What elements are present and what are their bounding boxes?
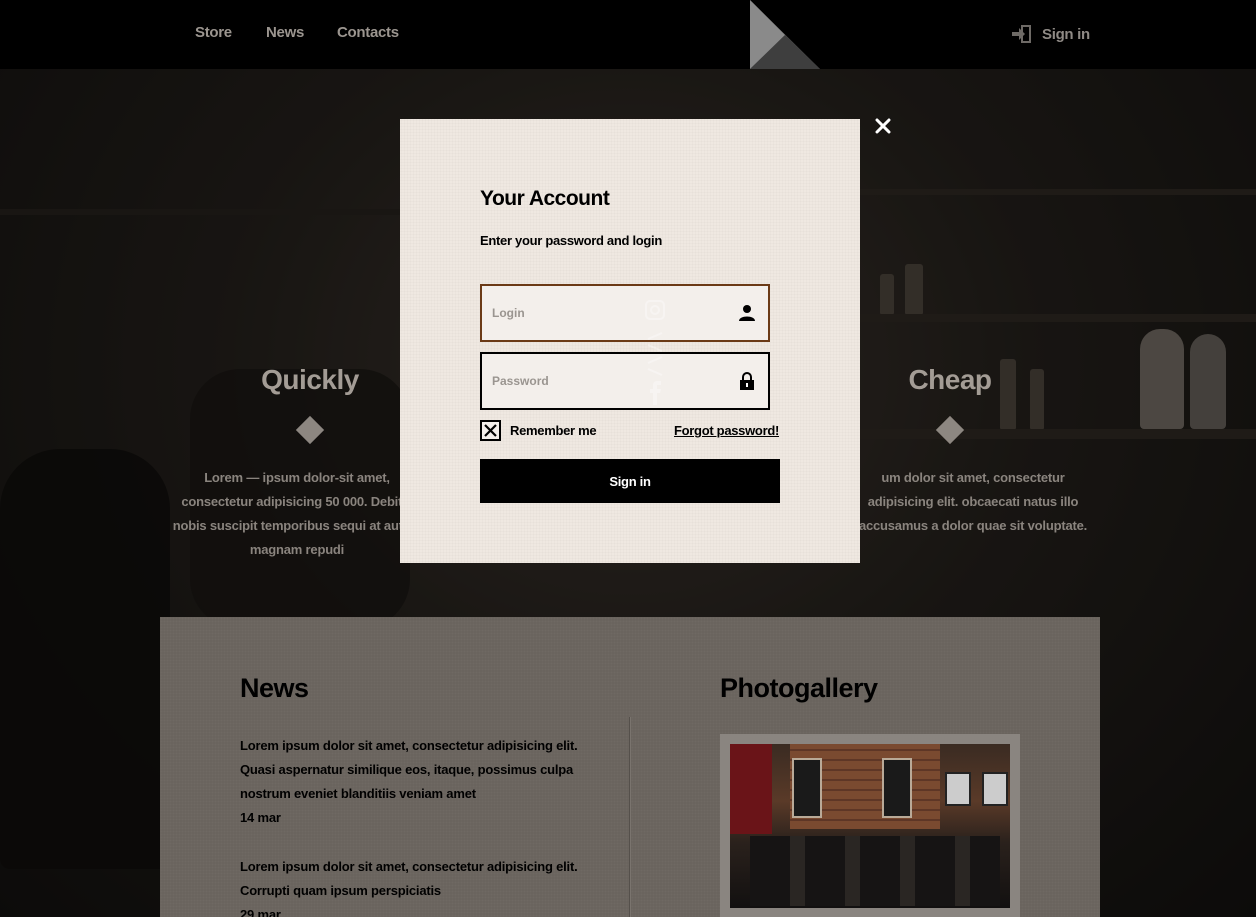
close-icon[interactable] — [871, 114, 895, 138]
news-title: News — [240, 673, 309, 703]
nav-item-news[interactable]: News — [266, 24, 304, 41]
password-input[interactable] — [492, 354, 732, 408]
feature-text: um dolor sit amet, consectetur adipisici… — [858, 470, 1088, 533]
news-item-text: Lorem ipsum dolor sit amet, consectetur … — [240, 859, 578, 898]
news-item-date: 29 mar — [240, 907, 281, 917]
password-field[interactable] — [480, 352, 770, 410]
lock-icon — [740, 372, 754, 390]
sign-in-icon — [1012, 25, 1031, 43]
check-x-icon — [484, 423, 497, 437]
remember-me-label: Remember me — [510, 422, 597, 438]
signin-link[interactable]: Sign in — [1010, 22, 1090, 46]
gallery-frame[interactable] — [720, 734, 1020, 917]
feature-title: Quickly — [261, 364, 359, 395]
gallery-photo[interactable] — [730, 744, 1010, 908]
nav-item-store[interactable]: Store — [195, 24, 232, 41]
social-icons-ghost — [645, 300, 665, 405]
user-icon — [739, 305, 755, 321]
photo-frame — [945, 772, 971, 806]
login-field[interactable] — [480, 284, 770, 342]
login-input[interactable] — [492, 286, 732, 340]
modal-subtitle: Enter your password and login — [480, 233, 662, 248]
content-panel: News Lorem ipsum dolor sit amet, consect… — [160, 617, 1100, 917]
checkbox-box[interactable] — [480, 419, 501, 441]
feature-title: Cheap — [908, 364, 992, 395]
feature-text: Lorem — ipsum dolor-sit amet, consectetu… — [172, 470, 422, 557]
news-item-text: Lorem ipsum dolor sit amet, consectetur … — [240, 738, 578, 801]
signin-label: Sign in — [1042, 25, 1090, 43]
forgot-password-link[interactable]: Forgot password! — [674, 423, 779, 438]
logo-icon[interactable] — [750, 0, 820, 69]
nav-item-contacts[interactable]: Contacts — [337, 24, 399, 41]
top-navbar: Store News Contacts Sign in — [0, 0, 1256, 69]
photo-mirror — [792, 758, 822, 818]
gallery-title: Photogallery — [720, 673, 878, 703]
sign-in-button[interactable]: Sign in — [480, 459, 780, 503]
photo-mirror — [882, 758, 912, 818]
news-item[interactable]: Lorem ipsum dolor sit amet, consectetur … — [240, 734, 580, 830]
login-modal: Your Account Enter your password and log… — [400, 119, 860, 563]
news-item[interactable]: Lorem ipsum dolor sit amet, consectetur … — [240, 855, 580, 917]
column-divider — [629, 717, 631, 917]
photo-frame — [982, 772, 1008, 806]
remember-me-checkbox[interactable]: Remember me — [480, 419, 597, 441]
photo-curtain — [730, 744, 772, 834]
modal-title: Your Account — [480, 187, 610, 210]
news-item-date: 14 mar — [240, 810, 281, 825]
photo-chairs — [750, 836, 1000, 906]
